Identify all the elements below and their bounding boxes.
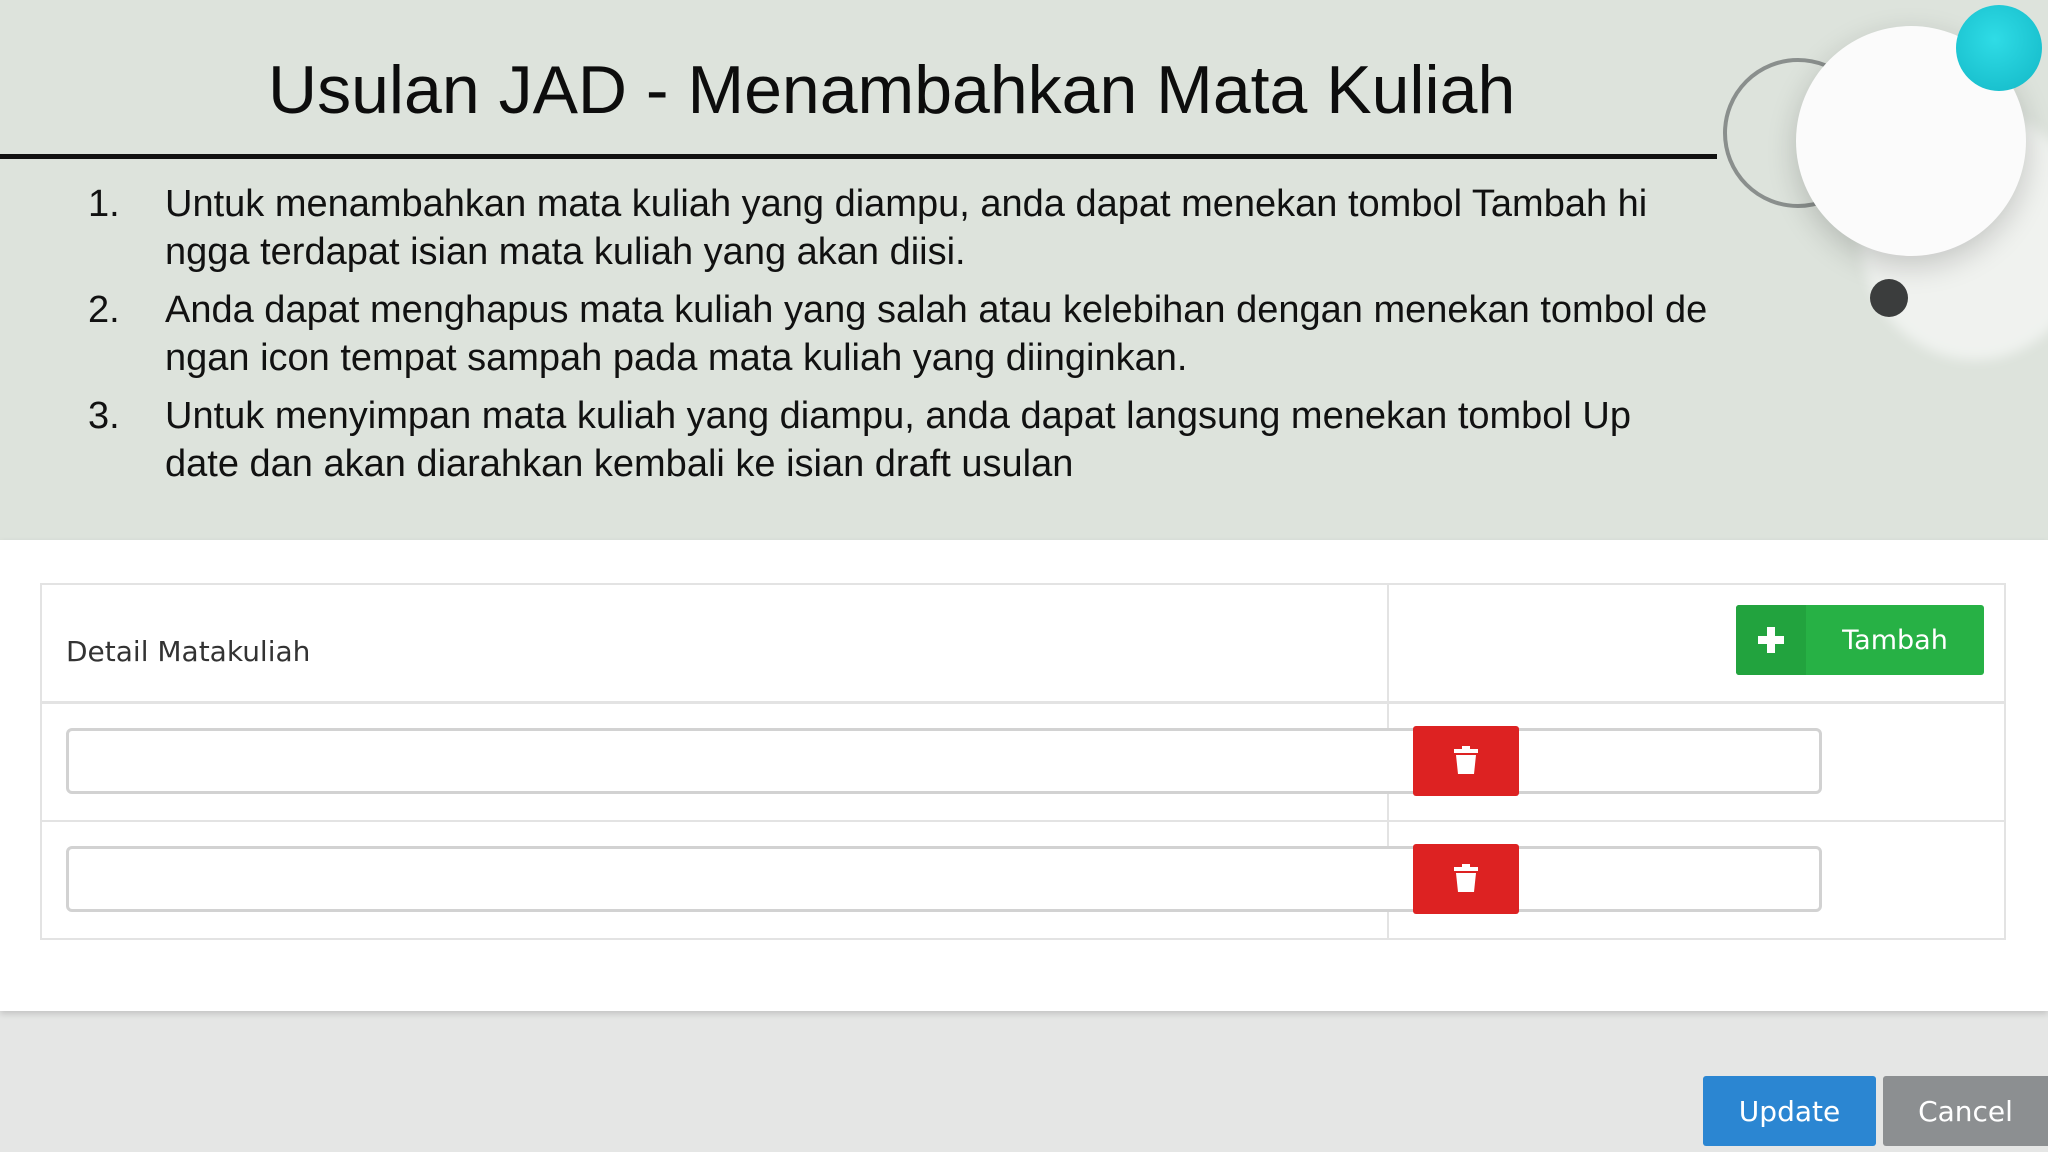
- header-label-cell: Detail Matakuliah: [42, 585, 1389, 701]
- instruction-item: 3. Untuk menyimpan mata kuliah yang diam…: [0, 392, 1860, 488]
- course-input-cell: [42, 822, 1822, 938]
- delete-course-button[interactable]: [1413, 726, 1519, 796]
- instruction-number: 2.: [88, 289, 120, 331]
- form-panel: Detail Matakuliah Tambah: [0, 540, 2048, 1011]
- slide-header-area: Usulan JAD - Menambahkan Mata Kuliah 1. …: [0, 0, 2048, 540]
- trash-icon: [1454, 745, 1478, 777]
- table-header: Detail Matakuliah Tambah: [42, 585, 2004, 704]
- instruction-text: Anda dapat menghapus mata kuliah yang sa…: [165, 289, 1708, 379]
- course-delete-cell: [1389, 704, 2004, 820]
- course-detail-table: Detail Matakuliah Tambah: [40, 583, 2006, 940]
- instruction-number: 3.: [88, 395, 120, 437]
- delete-course-button[interactable]: [1413, 844, 1519, 914]
- header-button-cell: Tambah: [1389, 585, 2004, 701]
- trash-icon: [1454, 863, 1478, 895]
- course-row: [42, 822, 2004, 938]
- add-course-button-label: Tambah: [1842, 624, 1948, 656]
- instruction-list: 1. Untuk menambahkan mata kuliah yang di…: [0, 180, 1860, 498]
- course-input-cell: [42, 704, 1822, 820]
- instruction-number: 1.: [88, 183, 120, 225]
- plus-icon: [1736, 605, 1806, 675]
- instruction-item: 2. Anda dapat menghapus mata kuliah yang…: [0, 286, 1860, 382]
- add-course-button[interactable]: Tambah: [1736, 605, 1984, 675]
- course-row: [42, 704, 2004, 822]
- instruction-text: Untuk menyimpan mata kuliah yang diampu,…: [165, 395, 1632, 485]
- update-button[interactable]: Update: [1703, 1076, 1876, 1146]
- cancel-button[interactable]: Cancel: [1883, 1076, 2048, 1146]
- decorative-dot: [1870, 279, 1908, 317]
- decorative-cyan-circle: [1956, 5, 2042, 91]
- slide-title: Usulan JAD - Menambahkan Mata Kuliah: [268, 52, 1516, 128]
- course-delete-cell: [1389, 822, 2004, 938]
- instruction-item: 1. Untuk menambahkan mata kuliah yang di…: [0, 180, 1860, 276]
- title-underline: [0, 154, 1717, 159]
- detail-matakuliah-label: Detail Matakuliah: [66, 635, 311, 668]
- instruction-text: Untuk menambahkan mata kuliah yang diamp…: [165, 183, 1648, 273]
